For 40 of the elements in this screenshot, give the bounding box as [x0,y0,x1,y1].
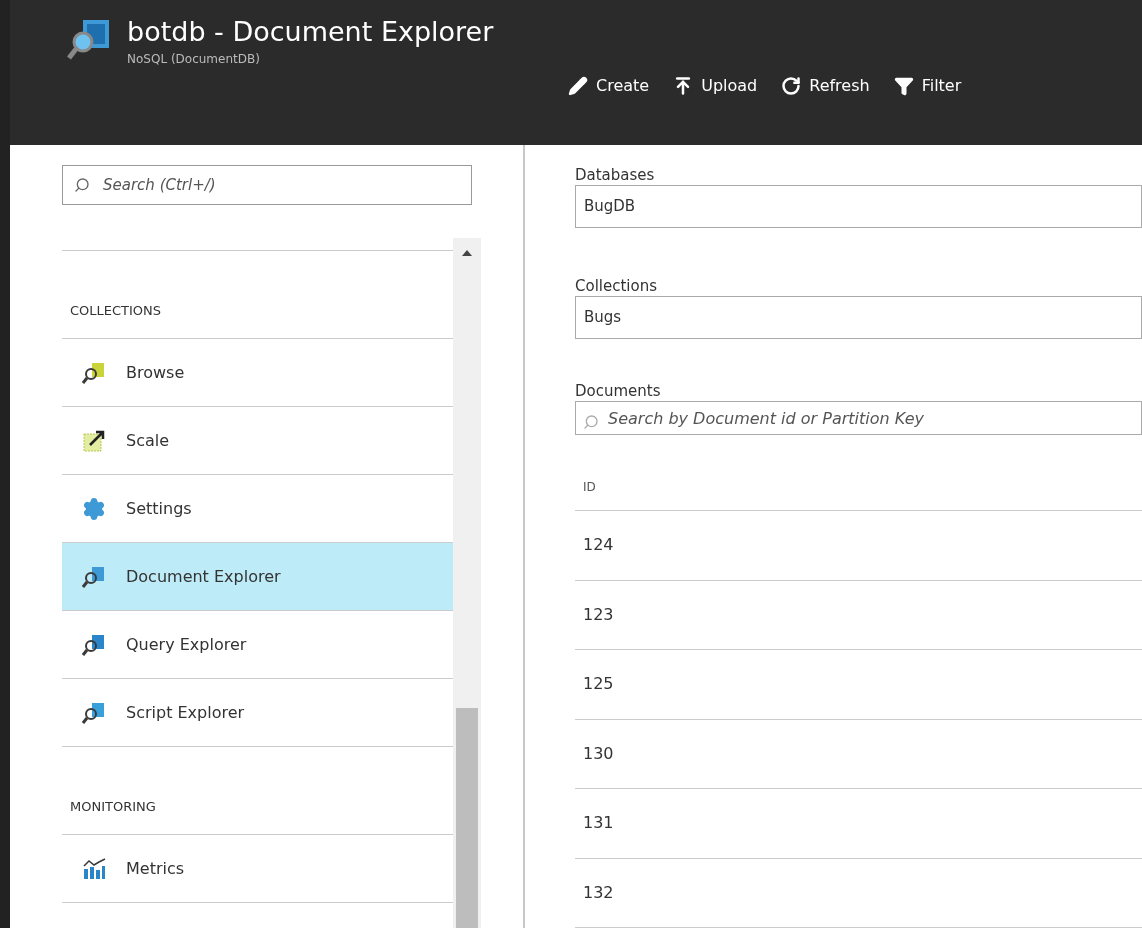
toolbar-button[interactable]: Filter [893,74,962,98]
sidebar-item[interactable]: Document Explorer [62,543,453,611]
scroll-up-icon[interactable] [462,250,472,256]
search-field[interactable]: Search (Ctrl+/) [62,165,472,205]
table-cell-text: 123 [583,603,614,626]
sidebar-item[interactable]: Browse [62,339,453,407]
field-label: Collections [575,276,658,296]
search-field[interactable]: Search by Document id or Partition Key [575,401,1142,435]
search-icon [583,414,599,430]
toolbar-button[interactable]: Upload [673,74,758,98]
toolbar-button[interactable]: Create [568,74,650,98]
refresh-icon [781,76,802,96]
chart-icon [82,856,106,881]
search-icon [74,177,90,193]
window-title: botdb - Document Explorer [127,15,494,49]
scrollbar-thumb[interactable] [456,708,478,928]
sidebar-item[interactable]: Scale [62,407,453,475]
dropdown[interactable]: BugDB [575,185,1142,228]
pencil-icon [568,76,588,96]
section-header: MONITORING [70,797,156,816]
column-header: ID [583,478,596,496]
table-cell-text: 132 [583,881,614,904]
sidebar-item[interactable]: Metrics [62,835,453,903]
table-cell-text: 131 [583,812,614,835]
table-cell-text: 130 [583,742,614,765]
sidebar-item[interactable]: Script Explorer [62,679,453,747]
table-cell-text: 125 [583,673,614,696]
resize-icon [82,428,106,453]
window-subtitle: NoSQL (DocumentDB) [127,51,261,68]
toolbar-button[interactable]: Refresh [781,74,870,98]
magnifier-document-icon [82,700,106,725]
magnifier-document-icon [82,564,106,589]
table-cell-text: 124 [583,534,614,557]
dropdown[interactable]: Bugs [575,296,1142,339]
sidebar-item[interactable]: Query Explorer [62,611,453,679]
section-header: COLLECTIONS [70,301,162,320]
field-label: Documents [575,381,662,401]
filter-icon [893,76,914,96]
field-label: Databases [575,165,656,185]
scrollbar[interactable] [453,238,481,928]
